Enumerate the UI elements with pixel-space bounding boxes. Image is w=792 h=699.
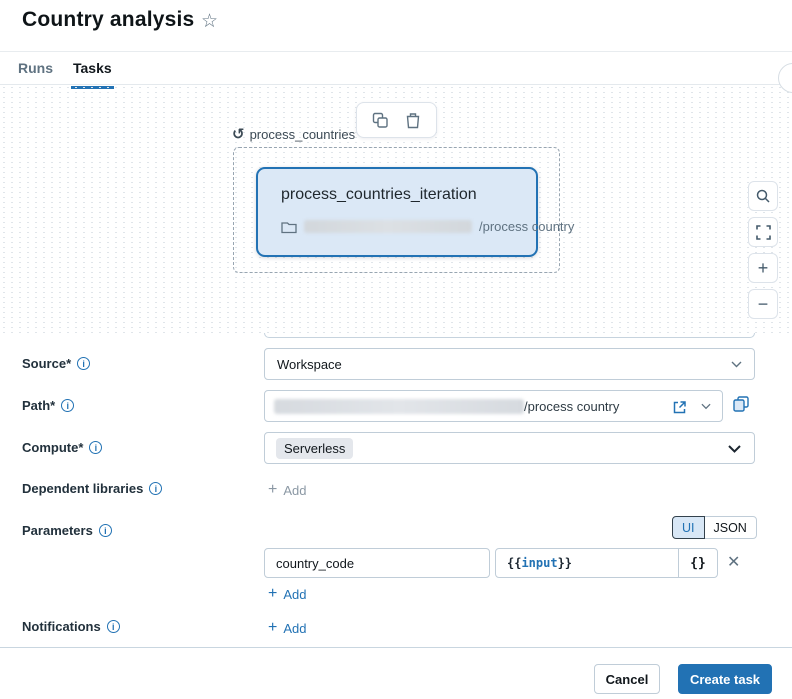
copy-icon [732,395,750,413]
chevron-down-icon [728,445,741,453]
tab-runs[interactable]: Runs [16,60,55,86]
canvas-controls: + − [748,181,778,319]
redacted-path-segment [304,220,472,233]
dependent-libraries-label: Dependent libraries i [22,481,162,496]
toggle-ui-button[interactable]: UI [672,516,705,539]
search-icon [755,188,771,204]
plus-icon: + [268,586,277,602]
add-notification-button[interactable]: + Add [268,620,306,636]
clipped-field-edge [264,333,755,338]
add-library-button[interactable]: + Add [268,482,306,498]
parameters-label: Parameters i [22,523,112,538]
plus-icon: + [758,258,769,279]
open-in-new-tab-button[interactable] [670,398,689,417]
compute-select[interactable]: Serverless [264,432,755,464]
plus-icon: + [268,482,277,498]
node-path-suffix: /process country [479,219,574,234]
copy-path-button[interactable] [732,395,750,413]
info-icon[interactable]: i [89,441,102,454]
source-select[interactable]: Workspace [264,348,755,380]
foreach-loop-label[interactable]: ↺ process_countries [232,127,355,142]
cancel-button[interactable]: Cancel [594,664,660,694]
footer-divider [0,647,792,648]
task-node[interactable]: process_countries_iteration /process cou… [256,167,538,257]
clone-task-button[interactable] [370,110,391,131]
task-node-title: process_countries_iteration [281,186,477,204]
zoom-in-button[interactable]: + [748,253,778,283]
parameter-value-input[interactable]: {{input}} [496,549,678,577]
fit-view-button[interactable] [748,217,778,247]
plus-icon: + [268,620,277,636]
path-value-suffix: /process country [524,399,619,414]
header-divider [0,51,792,52]
create-task-button[interactable]: Create task [678,664,772,694]
chevron-down-icon [731,361,742,368]
add-parameter-button[interactable]: + Add [268,586,306,602]
info-icon[interactable]: i [99,524,112,537]
redacted-path-segment [274,399,524,414]
loop-label-text: process_countries [250,127,356,142]
parameter-key-input[interactable] [264,548,490,578]
source-value: Workspace [277,357,342,372]
template-variable: input [521,556,557,570]
delete-task-button[interactable] [403,110,423,131]
external-link-icon [672,400,687,415]
compute-label: Compute* i [22,440,102,455]
source-label: Source* i [22,356,90,371]
path-dropdown-chevron[interactable] [699,401,713,412]
folder-icon [281,220,297,234]
info-icon[interactable]: i [77,357,90,370]
minus-icon: − [758,294,769,315]
insert-variable-button[interactable]: {} [678,549,717,577]
path-label: Path* i [22,398,74,413]
parameter-value-group: {{input}} {} [495,548,718,578]
task-node-subtitle: /process country [281,219,574,234]
job-task-page: Country analysis ☆ Runs Tasks [0,0,792,699]
info-icon[interactable]: i [61,399,74,412]
zoom-out-button[interactable]: − [748,289,778,319]
compute-value-tag: Serverless [276,438,353,459]
node-toolbar [356,102,437,138]
clone-icon [372,112,389,129]
loop-icon: ↺ [232,127,245,142]
favorite-star-icon[interactable]: ☆ [201,9,218,36]
notifications-label: Notifications i [22,619,120,634]
toggle-json-button[interactable]: JSON [704,516,757,539]
chevron-down-icon [701,403,711,410]
trash-icon [405,112,421,129]
search-button[interactable] [748,181,778,211]
page-title: Country analysis [22,8,194,32]
info-icon[interactable]: i [149,482,162,495]
remove-parameter-button[interactable]: ✕ [727,552,740,572]
task-graph-canvas[interactable]: ↺ process_countries process_countries_it… [0,84,792,333]
fullscreen-icon [756,225,771,240]
parameters-view-toggle: UI JSON [672,516,757,539]
info-icon[interactable]: i [107,620,120,633]
path-input[interactable]: /process country [264,390,723,422]
